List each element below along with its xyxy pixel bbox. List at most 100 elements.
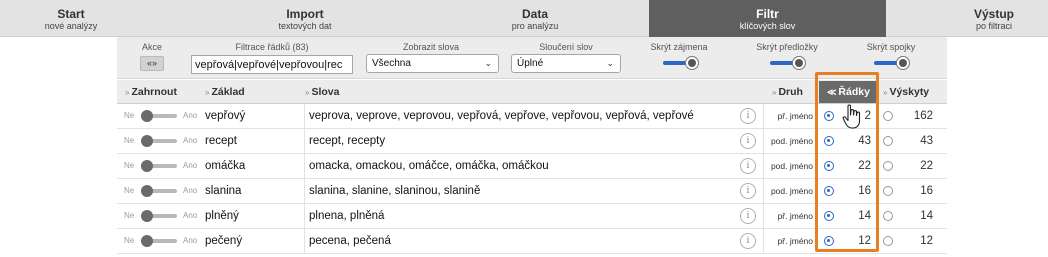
toggle-knob [897, 57, 909, 69]
header-label: Výskyty [889, 86, 930, 98]
rows-count-cell: 22 [858, 160, 871, 172]
info-button[interactable]: i [740, 154, 758, 178]
nav-step-title: Start [57, 7, 85, 21]
column-header-include[interactable]: » Zahrnout [125, 80, 177, 104]
hide-prepositions-label: Skrýt předložky [756, 42, 818, 52]
info-button[interactable]: i [740, 179, 758, 203]
occurrences-radio[interactable] [881, 104, 897, 128]
column-header-forms[interactable]: » Slova [305, 80, 339, 104]
include-toggle[interactable]: Ne Ano [121, 179, 201, 203]
column-header-base[interactable]: » Základ [205, 80, 245, 104]
chevron-down-icon: ⌄ [606, 58, 614, 68]
include-toggle[interactable]: Ne Ano [121, 104, 201, 128]
toggle-knob [141, 210, 153, 222]
include-toggle[interactable]: Ne Ano [121, 204, 201, 228]
column-header-occurrences[interactable]: » Výskyty [883, 80, 929, 104]
info-button[interactable]: i [740, 204, 758, 228]
rows-radio[interactable] [822, 204, 838, 228]
column-header-rows[interactable]: ≪ Řádky [819, 81, 878, 103]
pos-cell: pod. jméno [763, 179, 813, 203]
merge-label: Sloučení slov [539, 42, 593, 52]
radio-icon [883, 211, 893, 221]
header-label: Slova [311, 86, 340, 98]
include-toggle[interactable]: Ne Ano [121, 154, 201, 178]
header-label: Zahrnout [131, 86, 177, 98]
radio-icon [883, 111, 893, 121]
column-header-pos[interactable]: » Druh [772, 80, 803, 104]
actions-button[interactable]: «» [140, 56, 164, 71]
radio-selected-icon [824, 161, 834, 171]
nav-step-subtitle: klíčových slov [739, 21, 796, 31]
show-words-value: Všechna [372, 58, 411, 69]
toggle-no-label: Ne [124, 236, 135, 245]
occurrences-radio[interactable] [881, 204, 897, 228]
filter-label: Filtrace řádků (83) [235, 42, 309, 52]
table-row: Ne Ano omáčka omacka, omackou, omáčce, o… [117, 154, 947, 179]
hand-cursor-icon [842, 104, 861, 129]
occurrences-radio[interactable] [881, 179, 897, 203]
occurrences-radio[interactable] [881, 154, 897, 178]
info-icon: i [740, 183, 756, 199]
forms-cell: veprova, veprove, veprovou, vepřová, vep… [304, 104, 734, 128]
table-header: » Zahrnout » Základ » Slova » Druh ≪ Řádky » V… [117, 80, 947, 104]
filter-input[interactable] [191, 55, 353, 74]
toggle-no-label: Ne [124, 136, 135, 145]
base-cell: pečený [205, 235, 243, 247]
hide-pronouns-label: Skrýt zájmena [650, 42, 708, 52]
nav-step-title: Data [521, 7, 548, 21]
info-icon: i [740, 233, 756, 249]
rows-radio[interactable] [822, 154, 838, 178]
toggle-yes-label: Ano [183, 211, 198, 220]
nav-step-data[interactable]: Data pro analýzu [465, 0, 605, 37]
wizard-nav: Start nové analýzy Import textových dat … [0, 0, 1048, 37]
toggle-no-label: Ne [124, 211, 135, 220]
akce-label: Akce [141, 42, 162, 52]
hide-conjunctions-toggle[interactable] [874, 57, 909, 69]
nav-step-import[interactable]: Import textových dat [235, 0, 375, 37]
occurrences-radio[interactable] [881, 229, 897, 253]
merge-select[interactable]: Úplné ⌄ [511, 54, 621, 73]
info-icon: i [740, 158, 756, 174]
toggle-yes-label: Ano [183, 186, 198, 195]
info-button[interactable]: i [740, 104, 758, 128]
toggle-no-label: Ne [124, 161, 135, 170]
base-cell: recept [205, 135, 237, 147]
nav-step-subtitle: textových dat [278, 21, 332, 31]
hide-prepositions-toggle[interactable] [770, 57, 805, 69]
info-icon: i [740, 133, 756, 149]
info-icon: i [740, 108, 756, 124]
nav-step-filter[interactable]: Filtr klíčových slov [649, 0, 886, 37]
options-bar: Akce «» Filtrace řádků (83) Zobrazit slo… [117, 37, 947, 79]
show-words-select[interactable]: Všechna ⌄ [366, 54, 499, 73]
show-words-label: Zobrazit slova [402, 42, 460, 52]
forms-cell: slanina, slanine, slaninou, slanině [304, 179, 734, 203]
include-toggle[interactable]: Ne Ano [121, 129, 201, 153]
hide-pronouns-toggle[interactable] [663, 57, 698, 69]
rows-radio[interactable] [822, 179, 838, 203]
occurrences-radio[interactable] [881, 129, 897, 153]
radio-icon [883, 236, 893, 246]
rows-radio[interactable] [822, 104, 838, 128]
table-row: Ne Ano slanina slanina, slanine, slanino… [117, 179, 947, 204]
rows-count-cell: 43 [858, 135, 871, 147]
info-button[interactable]: i [740, 229, 758, 253]
radio-selected-icon [824, 236, 834, 246]
toggle-knob [141, 185, 153, 197]
merge-value: Úplné [517, 58, 544, 69]
rows-radio[interactable] [822, 129, 838, 153]
occurrences-cell: 16 [920, 185, 933, 197]
header-label: Řádky [838, 86, 870, 98]
rows-count-cell: 14 [858, 210, 871, 222]
toggle-knob [141, 160, 153, 172]
include-toggle[interactable]: Ne Ano [121, 229, 201, 253]
rows-radio[interactable] [822, 229, 838, 253]
info-button[interactable]: i [740, 129, 758, 153]
chevron-down-icon: ⌄ [484, 58, 492, 68]
base-cell: omáčka [205, 160, 246, 172]
pos-cell: pod. jméno [763, 129, 813, 153]
nav-step-output[interactable]: Výstup po filtraci [940, 0, 1048, 37]
nav-step-start[interactable]: Start nové analýzy [0, 0, 142, 37]
toggle-knob [793, 57, 805, 69]
toggle-yes-label: Ano [183, 111, 198, 120]
nav-step-subtitle: po filtraci [975, 21, 1012, 31]
